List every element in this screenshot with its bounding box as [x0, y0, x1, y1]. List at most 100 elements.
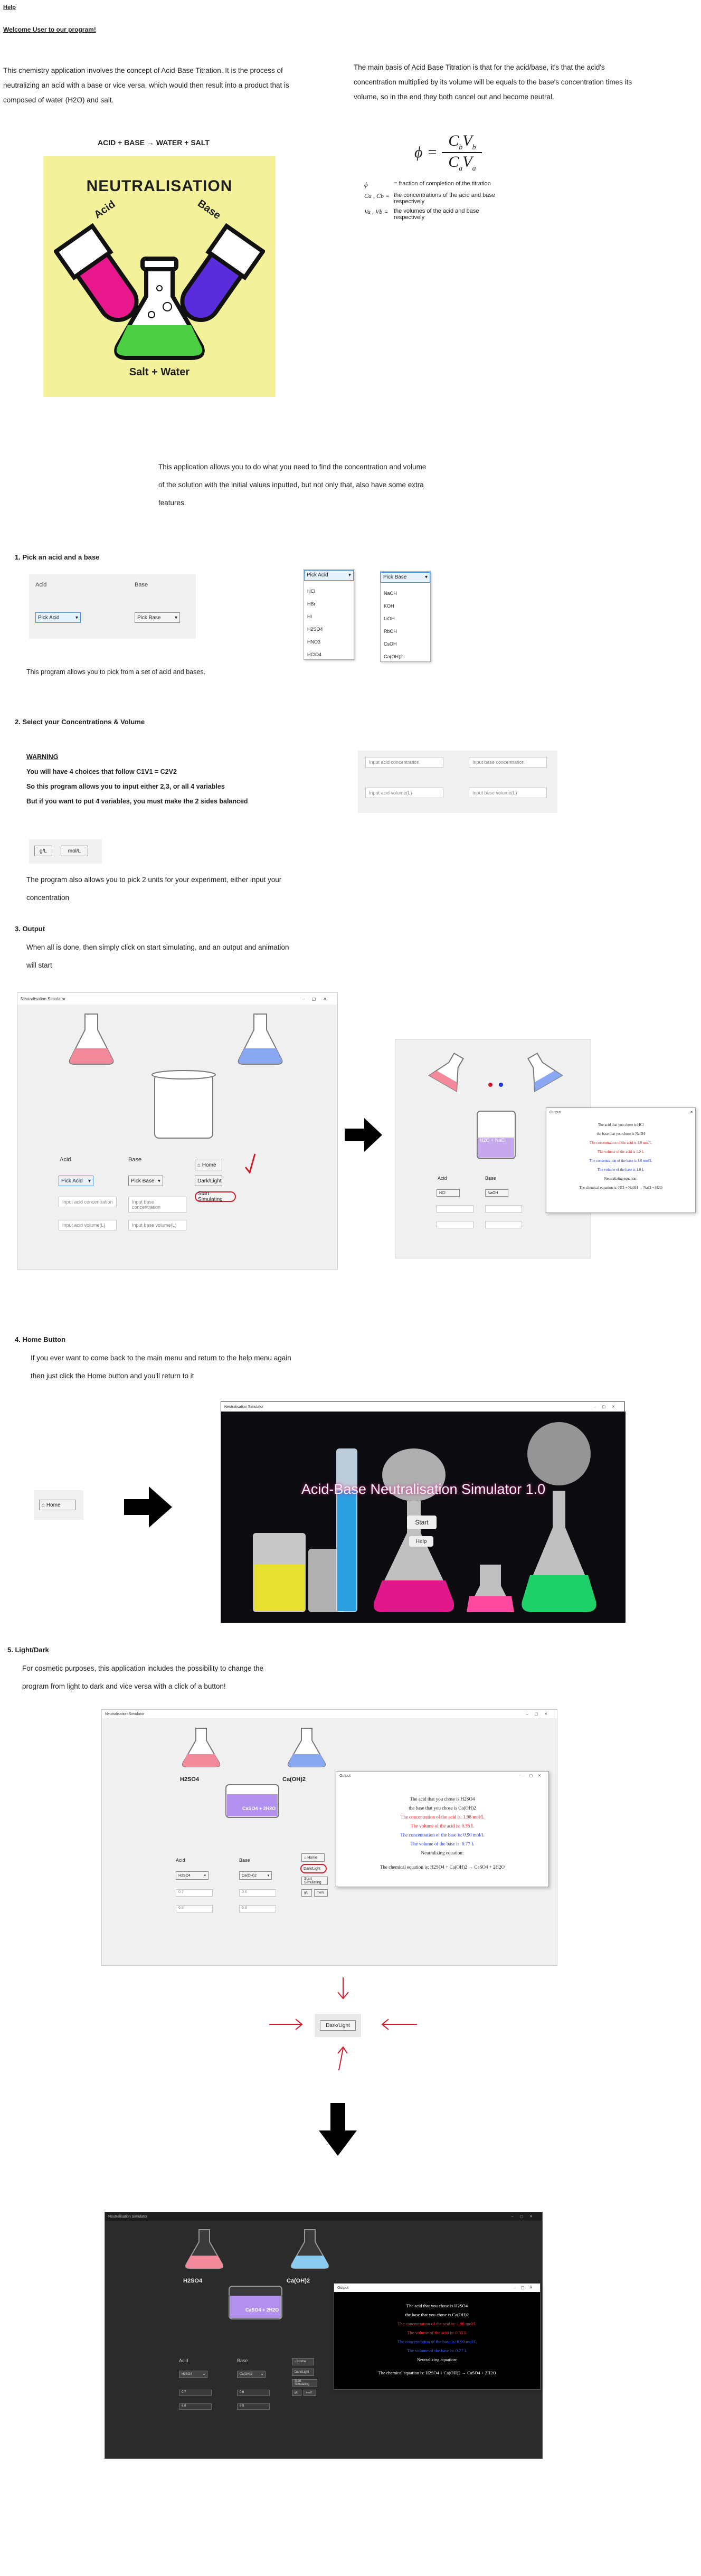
base-volume-input[interactable]: [485, 1221, 522, 1228]
acid-concentration-input[interactable]: Input acid concentration: [365, 757, 443, 768]
right-arrow-icon: [345, 1118, 382, 1152]
base-volume-input[interactable]: 6.8: [239, 1905, 276, 1912]
right-arrow-icon: [124, 1486, 172, 1528]
base-concentration-input[interactable]: 0.6: [237, 2390, 270, 2396]
flask-tubes-illustration: [54, 223, 265, 360]
start-simulating-button[interactable]: Start Simulating: [292, 2379, 317, 2386]
base-concentration-input[interactable]: 0.6: [239, 1889, 276, 1897]
base-volume-input[interactable]: Input base volume(L): [128, 1220, 186, 1230]
app-description: This application allows you to do what y…: [158, 463, 427, 507]
acid-select[interactable]: Pick Acid ▾: [59, 1176, 93, 1186]
dark-light-panel: Dark/Light: [315, 2014, 361, 2037]
home-button[interactable]: ⌂ Home: [301, 1853, 325, 1862]
base-dropdown-open[interactable]: Pick Base ▾ NaOH KOH LiOH RbOH CsOH Ca(OH…: [380, 571, 431, 662]
acid-option[interactable]: HNO3: [307, 636, 350, 648]
acid-select[interactable]: HCl: [437, 1189, 460, 1197]
acid-concentration-input[interactable]: Input acid concentration: [59, 1197, 117, 1207]
input-fields-panel: Input acid concentration Input base conc…: [358, 751, 557, 813]
popup-line: The volume of the acid is 1.0 L: [598, 1150, 644, 1154]
base-volume-input[interactable]: 6.8: [237, 2403, 270, 2410]
popup-line: The acid that you chose is HCl: [598, 1123, 644, 1127]
acid-volume-input[interactable]: [437, 1221, 473, 1228]
intro-left-text: This chemistry application involves the …: [3, 67, 289, 104]
pick-base-select[interactable]: Pick Base ▾: [135, 612, 180, 623]
unit-moll-button[interactable]: mol/L: [61, 846, 88, 856]
start-button[interactable]: Start: [407, 1516, 437, 1529]
base-option[interactable]: CsOH: [384, 638, 427, 650]
popup-line: The concentration of the base is 1.0 mol…: [589, 1159, 652, 1163]
start-simulating-button[interactable]: Start Simulating: [301, 1877, 328, 1885]
start-simulating-button[interactable]: Start Simulating: [195, 1191, 236, 1202]
base-volume-input[interactable]: Input base volume(L): [469, 788, 547, 798]
home-button[interactable]: ⌂ Home: [39, 1500, 76, 1510]
acid-dropdown-open[interactable]: Pick Acid ▾ HCl HBr HI H2SO4 HNO3 HClO4: [304, 569, 354, 660]
popup-line: The concentration of the acid is 1.0 mol…: [590, 1141, 652, 1145]
base-option[interactable]: NaOH: [384, 587, 427, 600]
acid-volume-input[interactable]: Input acid volume(L): [59, 1220, 117, 1230]
popup-line: Neutralizing equation:: [416, 2357, 458, 2362]
unit-gl-button[interactable]: g/L: [34, 846, 52, 856]
base-select[interactable]: Ca(OH)2 ▾: [237, 2371, 266, 2378]
acid-option[interactable]: HClO4: [307, 648, 350, 661]
acid-dropdown-header[interactable]: Pick Acid ▾: [304, 570, 354, 581]
poster-title: NEUTRALISATION: [86, 177, 233, 195]
titration-animation: [428, 1052, 563, 1159]
base-label: Base: [128, 1157, 142, 1163]
help-button[interactable]: Help: [409, 1536, 433, 1547]
reaction-caption: ACID + BASE → WATER + SALT: [98, 138, 210, 147]
acid-option[interactable]: H2SO4: [307, 623, 350, 636]
unit-gl-button[interactable]: g/L: [301, 1889, 312, 1897]
acid-concentration-input[interactable]: 0.7: [176, 1889, 213, 1897]
welcome-title: Welcome User to our program!: [3, 26, 96, 33]
base-concentration-input[interactable]: [485, 1205, 522, 1213]
base-label: Base: [485, 1176, 496, 1181]
home-icon: ⌂: [304, 1855, 307, 1860]
acid-volume-input[interactable]: 6.8: [176, 1905, 213, 1912]
section-4-desc: If you ever want to come back to the mai…: [31, 1354, 291, 1380]
base-option[interactable]: LiOH: [384, 612, 427, 625]
acid-option[interactable]: HBr: [307, 598, 350, 610]
acid-select[interactable]: H2SO4 ▾: [179, 2371, 207, 2378]
acid-option[interactable]: HI: [307, 610, 350, 623]
home-button[interactable]: ⌂ Home: [195, 1160, 222, 1170]
dark-light-button[interactable]: Dark/Light: [292, 2369, 314, 2376]
acid-concentration-input[interactable]: [437, 1205, 473, 1213]
help-link[interactable]: Help: [3, 4, 16, 11]
acid-label: Acid: [60, 1157, 71, 1163]
base-option[interactable]: KOH: [384, 600, 427, 612]
unit-gl-button[interactable]: g/L: [292, 2390, 301, 2396]
unit-moll-button[interactable]: mol/L: [304, 2390, 316, 2396]
pick-acid-select[interactable]: Pick Acid ▾: [35, 612, 81, 623]
acid-label: Acid: [35, 582, 47, 588]
acid-volume-input[interactable]: Input acid volume(L): [365, 788, 443, 798]
section-5-desc: For cosmetic purposes, this application …: [22, 1664, 263, 1690]
base-concentration-input[interactable]: Input base concentration: [469, 757, 547, 768]
base-dropdown-header[interactable]: Pick Base ▾: [381, 572, 430, 583]
picker-panel: Acid Base Pick Acid ▾ Pick Base ▾: [29, 574, 196, 639]
popup-line: The volume of the acid is: 0.35 L: [411, 1823, 474, 1829]
dark-light-button[interactable]: Dark/Light: [320, 2020, 356, 2031]
dark-light-button[interactable]: Dark/Light: [195, 1176, 222, 1186]
base-concentration-input[interactable]: Input base concentration: [128, 1197, 186, 1213]
popup-line: The volume of the base is: 0.77 L: [406, 2348, 468, 2353]
splash-window: Neutralisation Simulator –▢✕ Acid-Base Ne…: [221, 1401, 626, 1623]
acid-volume-input[interactable]: 6.8: [179, 2403, 212, 2410]
home-button[interactable]: ⌂ Home: [292, 2358, 314, 2365]
acid-concentration-input[interactable]: 0.7: [179, 2390, 212, 2396]
acid-option[interactable]: HCl: [307, 585, 350, 598]
down-arrow-icon: [319, 2103, 357, 2156]
simulator-window: Neutralisation Simulator –▢✕ Acid Base Pi…: [17, 992, 338, 1270]
base-select[interactable]: Ca(OH)2 ▾: [239, 1871, 272, 1880]
base-select[interactable]: Pick Base ▾: [128, 1176, 163, 1186]
dark-light-button[interactable]: Dark/Light: [300, 1864, 327, 1873]
unit-moll-button[interactable]: mol/L: [314, 1889, 328, 1897]
acid-name: H2SO4: [183, 2278, 203, 2284]
section-2-desc: The program also allows you to pick 2 un…: [26, 876, 282, 902]
popup-line: The chemical equation is: H2SO4 + Ca(OH)…: [378, 2370, 496, 2375]
output-popup-dark: Output –▢✕ The acid that you chose is H2S…: [334, 2283, 541, 2390]
acid-select[interactable]: H2SO4 ▾: [176, 1871, 209, 1880]
base-option[interactable]: RbOH: [384, 625, 427, 638]
base-select[interactable]: NaOH: [485, 1189, 508, 1197]
base-option[interactable]: Ca(OH)2: [384, 650, 427, 663]
acid-label: Acid: [176, 1858, 185, 1863]
